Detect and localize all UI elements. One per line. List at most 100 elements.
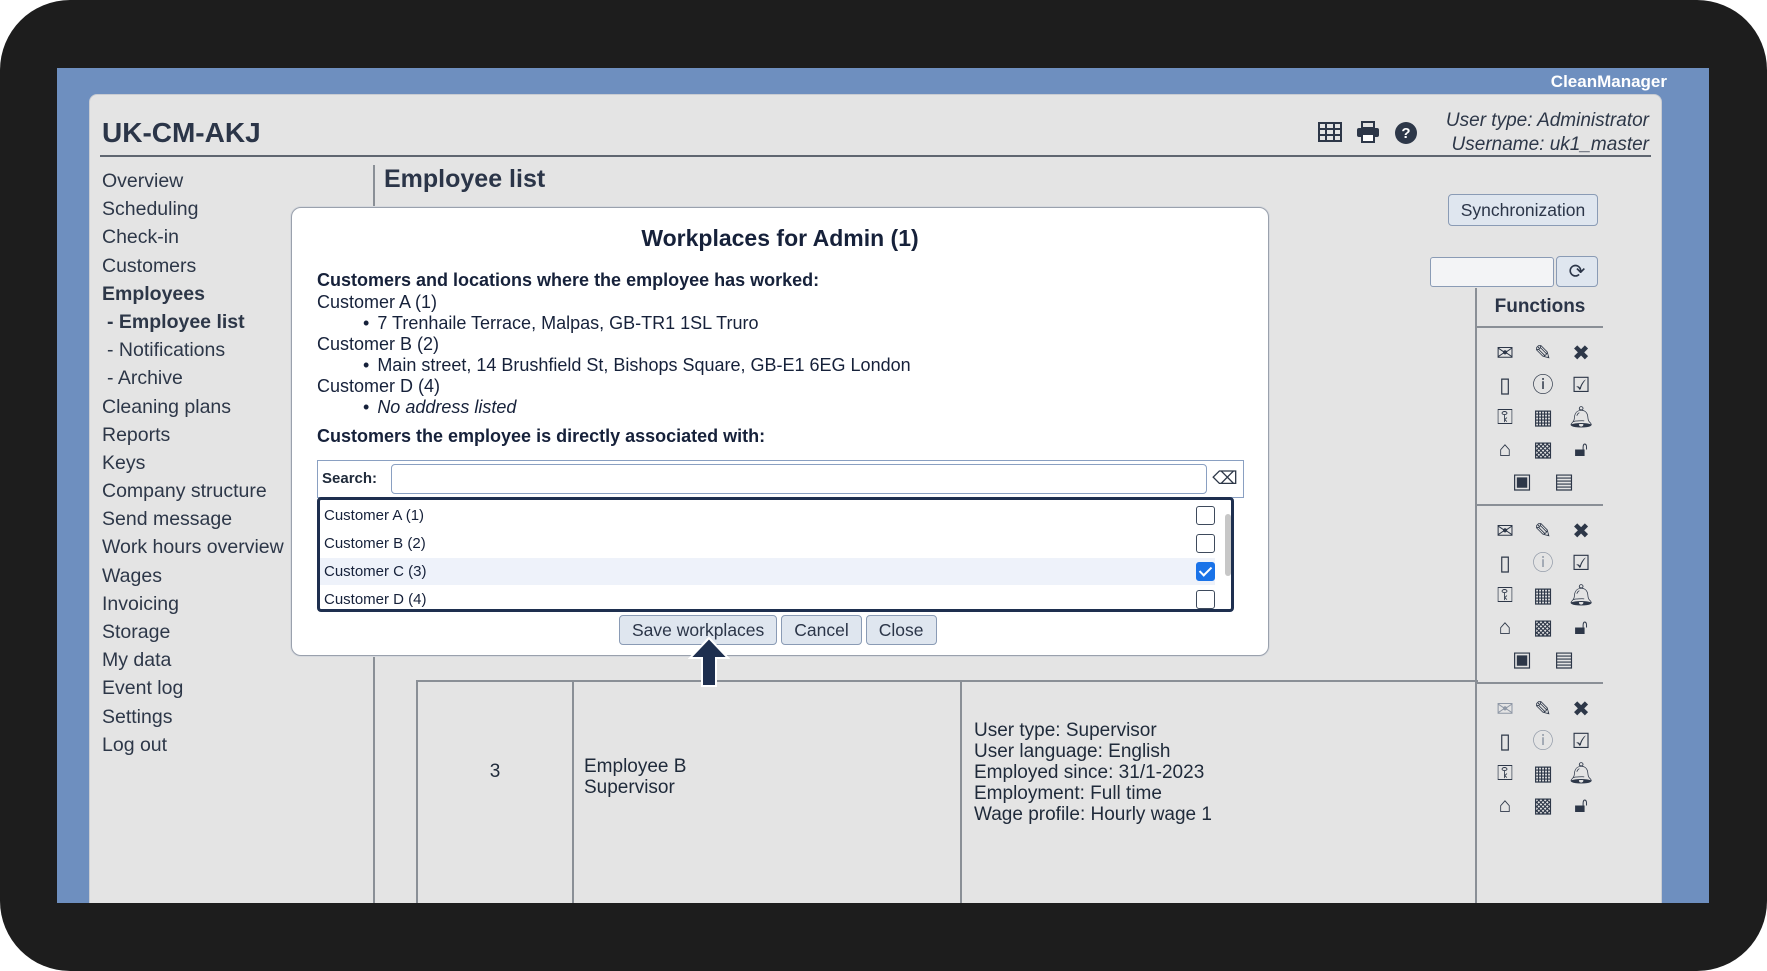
edit-icon[interactable]: ✎ <box>1525 342 1561 366</box>
nav-logout[interactable]: Log out <box>102 731 332 759</box>
mail-icon[interactable]: ✉ <box>1487 520 1523 544</box>
functions-column: Functions ✉ ✎ ✖ ▯ ⓘ ☑ ⚿ ▦ 🔔︎ ⌂ ▩ 🔓︎ ▣ ▤ … <box>1475 288 1603 903</box>
search-label: Search: <box>322 470 378 487</box>
worked-customer: Customer A (1) <box>317 292 438 312</box>
lock-icon[interactable]: 🔓︎ <box>1563 794 1599 818</box>
info-icon[interactable]: ⓘ <box>1525 730 1561 754</box>
delete-icon[interactable]: ✖ <box>1563 342 1599 366</box>
device-frame: CleanManager UK-CM-AKJ ? User type: Admi… <box>0 0 1767 971</box>
page-title: Employee list <box>384 165 546 193</box>
book-icon[interactable]: ▯ <box>1487 374 1523 398</box>
calendar-icon[interactable]: ▦ <box>1525 762 1561 786</box>
listbox-scrollbar[interactable] <box>1225 514 1231 576</box>
lock-icon[interactable]: 🔓︎ <box>1563 438 1599 462</box>
id-card-icon[interactable]: ▣ <box>1504 470 1540 494</box>
employee-details: User type: Supervisor User language: Eng… <box>974 720 1212 825</box>
employee-name-cell: Employee B Supervisor <box>574 682 962 903</box>
mail-icon[interactable]: ✉ <box>1487 698 1523 722</box>
book-icon[interactable]: ▯ <box>1487 730 1523 754</box>
worked-address: • No address listed <box>363 397 517 417</box>
bell-icon[interactable]: 🔔︎ <box>1563 406 1599 430</box>
functions-group-row1: ✉ ✎ ✖ ▯ ⓘ ☑ ⚿ ▦ 🔔︎ ⌂ ▩ 🔓︎ ▣ ▤ <box>1477 328 1603 506</box>
customer-option[interactable]: Customer A (1) <box>320 502 1215 529</box>
delete-icon[interactable]: ✖ <box>1563 520 1599 544</box>
worked-heading: Customers and locations where the employ… <box>317 270 820 290</box>
mail-icon[interactable]: ✉ <box>1487 342 1523 366</box>
refresh-button[interactable]: ⟳ <box>1556 256 1598 287</box>
checklist-icon[interactable]: ☑ <box>1563 730 1599 754</box>
customer-checkbox[interactable] <box>1196 506 1215 525</box>
home-icon[interactable]: ⌂ <box>1487 794 1523 818</box>
functions-header: Functions <box>1477 288 1603 328</box>
nav-event-log[interactable]: Event log <box>102 674 332 702</box>
calendar-icon[interactable]: ▦ <box>1525 406 1561 430</box>
detail-wage: Wage profile: Hourly wage 1 <box>974 804 1212 825</box>
customer-option[interactable]: Customer C (3) <box>320 558 1215 585</box>
dialog-buttons: Save workplaces Cancel Close <box>619 615 937 645</box>
info-icon[interactable]: ⓘ <box>1525 552 1561 576</box>
detail-employment: Employment: Full time <box>974 783 1162 804</box>
close-button[interactable]: Close <box>865 615 937 645</box>
checklist-icon[interactable]: ☑ <box>1563 374 1599 398</box>
qr-code-icon[interactable]: ▩ <box>1525 794 1561 818</box>
toolbar: ? <box>1318 121 1418 145</box>
clear-search-icon[interactable]: ⌫ <box>1211 468 1239 488</box>
detail-user-type: User type: Supervisor <box>974 720 1157 741</box>
header-divider <box>100 155 1651 157</box>
help-icon[interactable]: ? <box>1394 121 1418 145</box>
nav-settings[interactable]: Settings <box>102 703 332 731</box>
cancel-button[interactable]: Cancel <box>781 615 862 645</box>
associated-heading: Customers the employee is directly assoc… <box>317 426 766 446</box>
worked-customer: Customer B (2) <box>317 334 440 354</box>
username: Username: uk1_master <box>1451 134 1649 155</box>
key-icon[interactable]: ⚿ <box>1487 762 1523 786</box>
customer-option[interactable]: Customer D (4) <box>320 586 1215 609</box>
qr-code-icon[interactable]: ▩ <box>1525 438 1561 462</box>
employee-search-input[interactable] <box>1430 257 1554 287</box>
key-icon[interactable]: ⚿ <box>1487 406 1523 430</box>
documents-icon[interactable]: ▤ <box>1546 648 1582 672</box>
app-title: UK-CM-AKJ <box>102 117 261 148</box>
dialog-title: Workplaces for Admin (1) <box>641 225 919 251</box>
qr-code-icon[interactable]: ▩ <box>1525 616 1561 640</box>
table-icon[interactable] <box>1318 121 1342 145</box>
customer-checkbox-checked[interactable] <box>1196 562 1215 581</box>
edit-icon[interactable]: ✎ <box>1525 698 1561 722</box>
customer-search-input[interactable] <box>391 464 1207 494</box>
refresh-icon: ⟳ <box>1568 261 1586 283</box>
customer-checkbox[interactable] <box>1196 534 1215 553</box>
detail-language: User language: English <box>974 741 1171 762</box>
dialog-body: Customers and locations where the employ… <box>317 270 1243 448</box>
customer-listbox[interactable]: Customer A (1) Customer B (2) Customer C… <box>317 497 1234 612</box>
detail-employed: Employed since: 31/1-2023 <box>974 762 1205 783</box>
customer-checkbox[interactable] <box>1196 590 1215 609</box>
employee-table: 3 Employee B Supervisor User type: Super… <box>416 680 1478 903</box>
book-icon[interactable]: ▯ <box>1487 552 1523 576</box>
employee-name[interactable]: Employee B <box>584 756 960 777</box>
key-icon[interactable]: ⚿ <box>1487 584 1523 608</box>
svg-text:?: ? <box>1401 125 1410 142</box>
calendar-icon[interactable]: ▦ <box>1525 584 1561 608</box>
customer-option[interactable]: Customer B (2) <box>320 530 1215 557</box>
employee-id: 3 <box>418 682 574 903</box>
bell-icon[interactable]: 🔔︎ <box>1563 584 1599 608</box>
nav-overview[interactable]: Overview <box>102 167 332 195</box>
functions-group-row2: ✉ ✎ ✖ ▯ ⓘ ☑ ⚿ ▦ 🔔︎ ⌂ ▩ 🔓︎ ▣ ▤ <box>1477 506 1603 684</box>
worked-address: • Main street, 14 Brushfield St, Bishops … <box>363 355 911 375</box>
id-card-icon[interactable]: ▣ <box>1504 648 1540 672</box>
home-icon[interactable]: ⌂ <box>1487 438 1523 462</box>
synchronization-button[interactable]: Synchronization <box>1448 194 1598 226</box>
pointer-arrow-icon <box>688 636 730 687</box>
home-icon[interactable]: ⌂ <box>1487 616 1523 640</box>
brand-label: CleanManager <box>1550 72 1667 91</box>
worked-customer: Customer D (4) <box>317 376 441 396</box>
bell-icon[interactable]: 🔔︎ <box>1563 762 1599 786</box>
checklist-icon[interactable]: ☑ <box>1563 552 1599 576</box>
delete-icon[interactable]: ✖ <box>1563 698 1599 722</box>
info-icon[interactable]: ⓘ <box>1525 374 1561 398</box>
edit-icon[interactable]: ✎ <box>1525 520 1561 544</box>
customer-search-row: Search: ⌫ <box>317 460 1244 498</box>
documents-icon[interactable]: ▤ <box>1546 470 1582 494</box>
print-icon[interactable] <box>1356 121 1380 145</box>
lock-icon[interactable]: 🔓︎ <box>1563 616 1599 640</box>
